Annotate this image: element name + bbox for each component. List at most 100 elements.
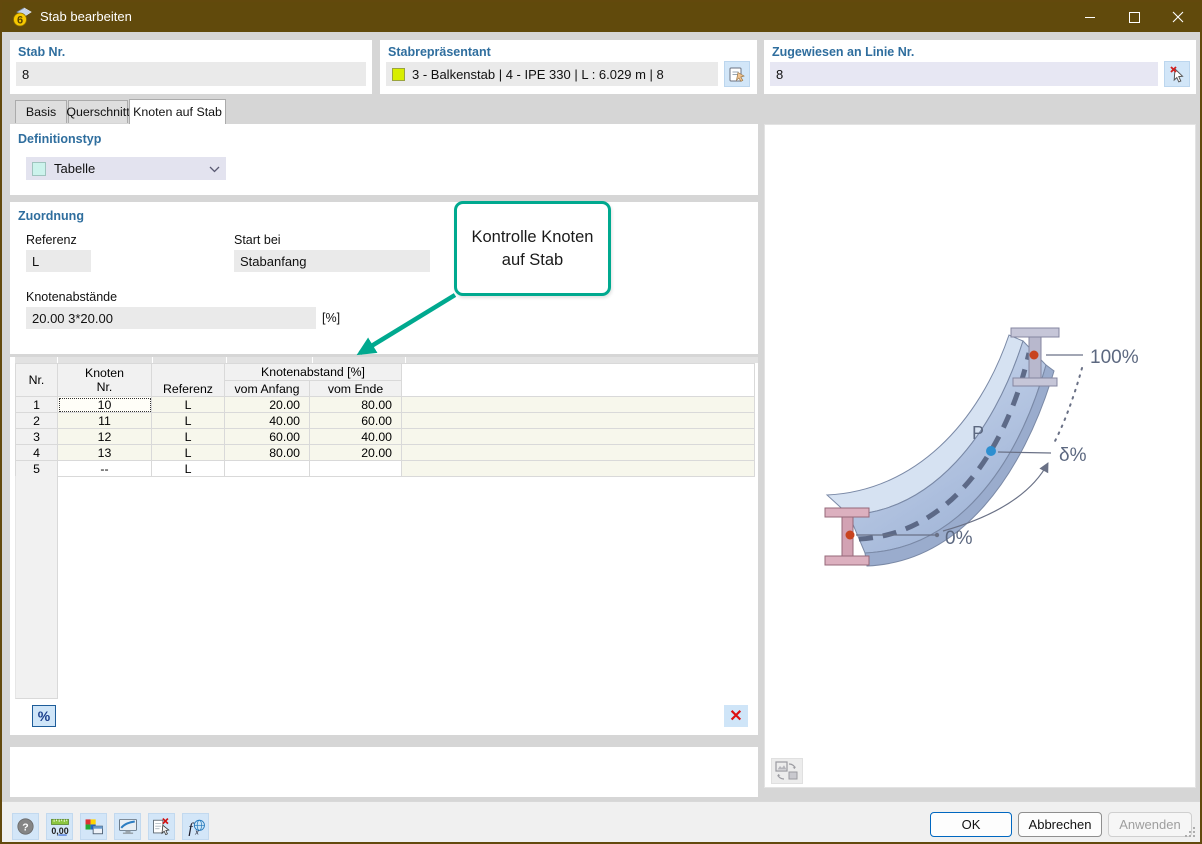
definitionstyp-dropdown[interactable]: Tabelle [26, 157, 226, 180]
row-number[interactable]: 5 [15, 460, 58, 477]
tab-knoten-auf-stab[interactable]: Knoten auf Stab [129, 99, 226, 124]
chevron-down-icon [209, 161, 220, 176]
window-title: Stab bearbeiten [40, 9, 132, 24]
image-3d-toggle-button[interactable] [771, 758, 803, 784]
cell-referenz[interactable]: L [151, 460, 225, 477]
point-0 [845, 530, 855, 540]
point-p [986, 446, 996, 456]
col-header-referenz[interactable]: Referenz [151, 363, 225, 397]
knotenabstaende-label: Knotenabstände [26, 290, 118, 304]
group-stab-nr: Stab Nr. 8 [10, 40, 372, 94]
close-button[interactable] [1156, 2, 1200, 32]
cell-empty [401, 444, 755, 461]
close-icon [1172, 11, 1184, 23]
table-type-swatch [32, 161, 46, 176]
cell-referenz[interactable]: L [151, 412, 225, 429]
row-number[interactable]: 4 [15, 444, 58, 461]
tab-querschnitt-label: Querschnitt [66, 105, 130, 119]
pick-representative-icon [729, 67, 745, 82]
cell-vom-ende[interactable]: 20.00 [309, 444, 402, 461]
percent-units-button[interactable]: % [32, 705, 56, 727]
cell-vom-ende[interactable]: 40.00 [309, 428, 402, 445]
row-number[interactable]: 3 [15, 428, 58, 445]
app-icon: 6 [12, 7, 32, 27]
ok-button[interactable]: OK [930, 812, 1012, 837]
help-button[interactable]: ? [12, 813, 39, 840]
delete-all-rows-button[interactable]: ✕ [724, 705, 748, 727]
cell-vom-anfang[interactable]: 20.00 [224, 396, 310, 413]
maximize-button[interactable] [1112, 2, 1156, 32]
resize-grip[interactable] [1184, 826, 1196, 838]
comment-area[interactable] [10, 747, 758, 797]
cell-knoten[interactable]: 10 [57, 396, 152, 413]
table-row: 1 10 L 20.00 80.00 [15, 396, 755, 413]
knotenabstaende-field[interactable]: 20.00 3*20.00 [26, 307, 316, 329]
callout-kontrolle-knoten: Kontrolle Knoten auf Stab [454, 201, 611, 296]
tab-knoten-auf-stab-label: Knoten auf Stab [133, 105, 222, 119]
help-icon: ? [17, 818, 34, 835]
apply-label: Anwenden [1119, 817, 1181, 832]
tab-querschnitt[interactable]: Querschnitt [66, 100, 130, 123]
table-row: 4 13 L 80.00 20.00 [15, 444, 755, 461]
col-header-vom-ende[interactable]: vom Ende [309, 380, 402, 397]
cell-knoten[interactable]: -- [57, 460, 152, 477]
cell-empty [401, 396, 755, 413]
cell-vom-anfang[interactable]: 60.00 [224, 428, 310, 445]
monitor-icon [118, 818, 137, 834]
cell-vom-anfang[interactable] [224, 460, 310, 477]
decimal-places-button[interactable]: 0,00 [46, 813, 73, 840]
cell-referenz[interactable]: L [151, 428, 225, 445]
row-number[interactable]: 2 [15, 412, 58, 429]
cell-empty [401, 412, 755, 429]
col-header-vom-anfang[interactable]: vom Anfang [224, 380, 310, 397]
cell-knoten[interactable]: 12 [57, 428, 152, 445]
minimize-icon [1084, 16, 1095, 18]
col-header-nr[interactable]: Nr. [15, 363, 58, 397]
apply-button[interactable]: Anwenden [1108, 812, 1192, 837]
cancel-button[interactable]: Abbrechen [1018, 812, 1102, 837]
cell-knoten[interactable]: 11 [57, 412, 152, 429]
col-header-knoten[interactable]: Knoten Nr. [57, 363, 152, 397]
cell-referenz[interactable]: L [151, 396, 225, 413]
knotenabstaende-value: 20.00 3*20.00 [32, 310, 113, 326]
svg-text:0,00: 0,00 [51, 825, 68, 835]
zugewiesen-linie-field[interactable]: 8 [770, 62, 1158, 86]
cell-knoten[interactable]: 13 [57, 444, 152, 461]
start-bei-value: Stabanfang [240, 253, 307, 269]
svg-text:f: f [188, 819, 194, 836]
stab-nr-field[interactable]: 8 [16, 62, 366, 86]
delete-selection-button[interactable] [148, 813, 175, 840]
label-100-percent: 100% [1090, 347, 1139, 368]
referenz-value: L [32, 253, 40, 269]
cell-vom-anfang[interactable]: 40.00 [224, 412, 310, 429]
referenz-field[interactable]: L [26, 250, 91, 272]
monitor-button[interactable] [114, 813, 141, 840]
cell-vom-ende[interactable]: 60.00 [309, 412, 402, 429]
member-color-swatch [392, 67, 405, 81]
titlebar[interactable]: 6 Stab bearbeiten [2, 2, 1200, 32]
formula-icon: f x [188, 819, 205, 836]
start-bei-field[interactable]: Stabanfang [234, 250, 430, 272]
cell-empty [401, 460, 755, 477]
dotted-guide [1053, 367, 1083, 444]
display-properties-button[interactable] [80, 813, 107, 840]
cell-vom-anfang[interactable]: 80.00 [224, 444, 310, 461]
svg-text:6: 6 [17, 15, 23, 27]
table-row: 2 11 L 40.00 60.00 [15, 412, 755, 429]
minimize-button[interactable] [1068, 2, 1112, 32]
referenz-label: Referenz [26, 233, 77, 247]
cell-vom-ende[interactable] [309, 460, 402, 477]
tab-basis[interactable]: Basis [15, 100, 67, 123]
row-number[interactable]: 1 [15, 396, 58, 413]
stabrepraesentant-value: 3 - Balkenstab | 4 - IPE 330 | L : 6.029… [412, 66, 664, 82]
stab-nr-value: 8 [22, 66, 30, 82]
cell-vom-ende[interactable]: 80.00 [309, 396, 402, 413]
stabrepraesentant-field[interactable]: 3 - Balkenstab | 4 - IPE 330 | L : 6.029… [386, 62, 718, 86]
deselect-line-button[interactable] [1164, 61, 1190, 87]
pick-representative-button[interactable] [724, 61, 750, 87]
stab-nr-label: Stab Nr. [18, 45, 66, 59]
formula-button[interactable]: f x [182, 813, 209, 840]
cell-referenz[interactable]: L [151, 444, 225, 461]
zugewiesen-linie-value: 8 [776, 66, 784, 82]
display-properties-icon [85, 818, 103, 834]
